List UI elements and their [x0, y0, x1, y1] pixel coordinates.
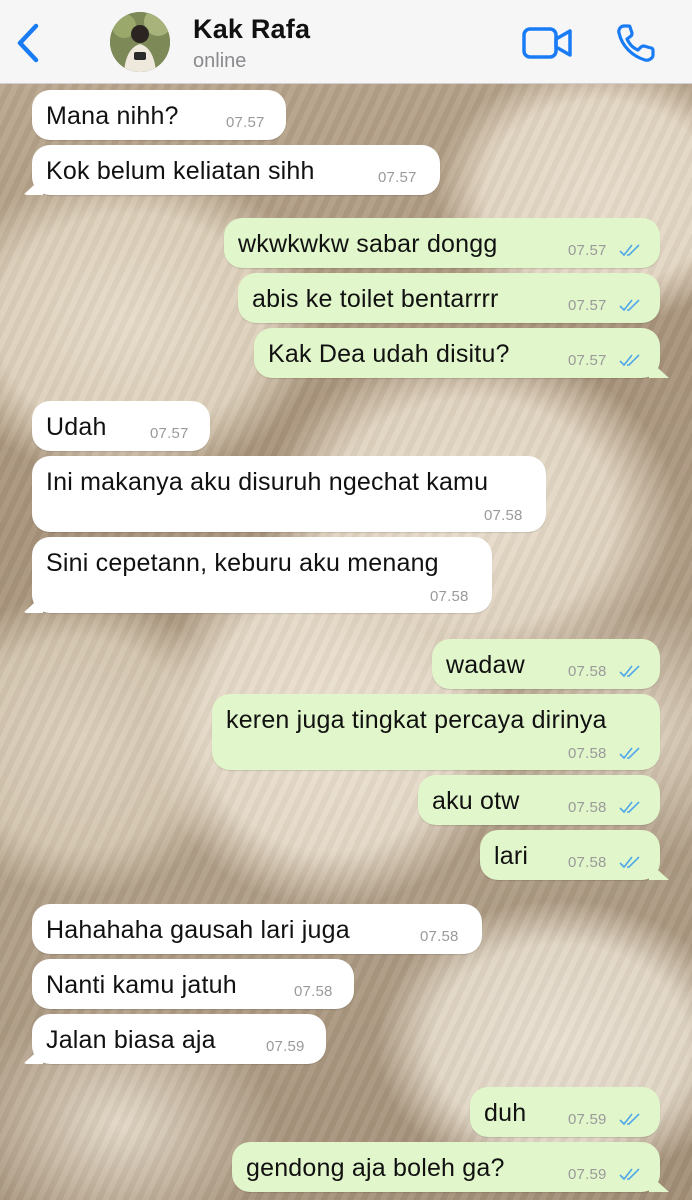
message-text: Nanti kamu jatuh: [46, 971, 237, 999]
read-receipt-icon: [619, 747, 640, 760]
read-receipt-icon: [619, 665, 640, 678]
message-text: Kok belum keliatan sihh: [46, 157, 315, 185]
message-text: lari: [494, 842, 529, 870]
video-call-icon[interactable]: [520, 22, 576, 64]
message-outgoing[interactable]: abis ke toilet bentarrrr 07.57: [238, 273, 660, 323]
message-outgoing[interactable]: wkwkwkw sabar dongg 07.57: [224, 218, 660, 268]
message-time: 07.57: [378, 169, 417, 186]
chat-header: Kak Rafa online: [0, 0, 692, 84]
message-time: 07.58: [430, 588, 469, 605]
message-text: Sini cepetann, keburu aku menang: [46, 549, 439, 577]
read-receipt-icon: [619, 354, 640, 367]
message-time: 07.58: [568, 745, 607, 762]
message-outgoing[interactable]: keren juga tingkat percaya dirinya 07.58: [212, 694, 660, 770]
message-incoming[interactable]: Jalan biasa aja 07.59: [32, 1014, 326, 1064]
message-text: Udah: [46, 413, 107, 441]
message-incoming[interactable]: Sini cepetann, keburu aku menang 07.58: [32, 537, 492, 613]
read-receipt-icon: [619, 856, 640, 869]
message-text: keren juga tingkat percaya dirinya: [226, 706, 607, 734]
message-text: wadaw: [446, 651, 525, 679]
message-outgoing[interactable]: wadaw 07.58: [432, 639, 660, 689]
message-time: 07.58: [568, 799, 607, 816]
message-outgoing[interactable]: lari 07.58: [480, 830, 660, 880]
message-outgoing[interactable]: Kak Dea udah disitu? 07.57: [254, 328, 660, 378]
message-time: 07.57: [568, 242, 607, 259]
back-chevron-icon[interactable]: [8, 18, 52, 68]
message-text: aku otw: [432, 787, 520, 815]
phone-call-icon[interactable]: [612, 20, 660, 66]
message-time: 07.58: [484, 507, 523, 524]
message-time: 07.58: [294, 983, 333, 1000]
message-time: 07.59: [266, 1038, 305, 1055]
message-time: 07.58: [568, 854, 607, 871]
read-receipt-icon: [619, 244, 640, 257]
message-incoming[interactable]: Nanti kamu jatuh 07.58: [32, 959, 354, 1009]
message-incoming[interactable]: Mana nihh? 07.57: [32, 90, 286, 140]
message-outgoing[interactable]: gendong aja boleh ga? 07.59: [232, 1142, 660, 1192]
message-text: Kak Dea udah disitu?: [268, 340, 510, 368]
message-incoming[interactable]: Kok belum keliatan sihh 07.57: [32, 145, 440, 195]
read-receipt-icon: [619, 801, 640, 814]
avatar[interactable]: [110, 12, 170, 72]
message-text: Ini makanya aku disuruh ngechat kamu: [46, 468, 489, 496]
message-time: 07.59: [568, 1111, 607, 1128]
message-time: 07.58: [420, 928, 459, 945]
message-text: wkwkwkw sabar dongg: [238, 230, 498, 258]
message-time: 07.58: [568, 663, 607, 680]
message-text: gendong aja boleh ga?: [246, 1154, 505, 1182]
message-incoming[interactable]: Udah 07.57: [32, 401, 210, 451]
read-receipt-icon: [619, 299, 640, 312]
message-time: 07.59: [568, 1166, 607, 1183]
message-outgoing[interactable]: aku otw 07.58: [418, 775, 660, 825]
read-receipt-icon: [619, 1168, 640, 1181]
contact-status: online: [193, 50, 247, 72]
message-time: 07.57: [568, 352, 607, 369]
message-time: 07.57: [150, 425, 189, 442]
message-incoming[interactable]: Ini makanya aku disuruh ngechat kamu 07.…: [32, 456, 546, 532]
message-time: 07.57: [568, 297, 607, 314]
read-receipt-icon: [619, 1113, 640, 1126]
message-text: Hahahaha gausah lari juga: [46, 916, 350, 944]
message-text: abis ke toilet bentarrrr: [252, 285, 499, 313]
contact-name[interactable]: Kak Rafa: [193, 14, 310, 45]
message-text: Mana nihh?: [46, 102, 179, 130]
message-text: Jalan biasa aja: [46, 1026, 216, 1054]
message-outgoing[interactable]: duh 07.59: [470, 1087, 660, 1137]
message-text: duh: [484, 1099, 527, 1127]
chat-area[interactable]: Mana nihh? 07.57 Kok belum keliatan sihh…: [0, 84, 692, 1200]
message-incoming[interactable]: Hahahaha gausah lari juga 07.58: [32, 904, 482, 954]
message-time: 07.57: [226, 114, 265, 131]
